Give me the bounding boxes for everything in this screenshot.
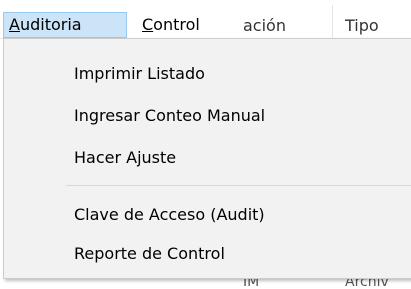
- menu-item-clave-de-acceso[interactable]: Clave de Acceso (Audit): [74, 203, 265, 227]
- menu-auditoria-label: uditoria: [19, 15, 82, 34]
- menu-bar: Auditoria Control ación Tipo: [0, 0, 411, 39]
- menu-separator: [66, 185, 411, 186]
- column-header-ubicacion[interactable]: ación: [243, 13, 286, 39]
- column-header-tipo[interactable]: Tipo: [345, 13, 379, 39]
- auditoria-dropdown-menu: Imprimir Listado Ingresar Conteo Manual …: [3, 38, 411, 279]
- menu-control-label: ontrol: [153, 15, 200, 34]
- column-divider: [332, 5, 333, 38]
- menu-auditoria[interactable]: Auditoria: [3, 12, 127, 38]
- menu-control-mnemonic: C: [142, 15, 154, 34]
- menu-auditoria-mnemonic: A: [9, 15, 20, 34]
- menu-item-reporte-de-control[interactable]: Reporte de Control: [74, 242, 225, 266]
- menu-item-hacer-ajuste[interactable]: Hacer Ajuste: [74, 146, 176, 170]
- menu-control[interactable]: Control: [142, 13, 232, 37]
- menu-item-ingresar-conteo-manual[interactable]: Ingresar Conteo Manual: [74, 104, 265, 128]
- menu-item-imprimir-listado[interactable]: Imprimir Listado: [74, 62, 205, 86]
